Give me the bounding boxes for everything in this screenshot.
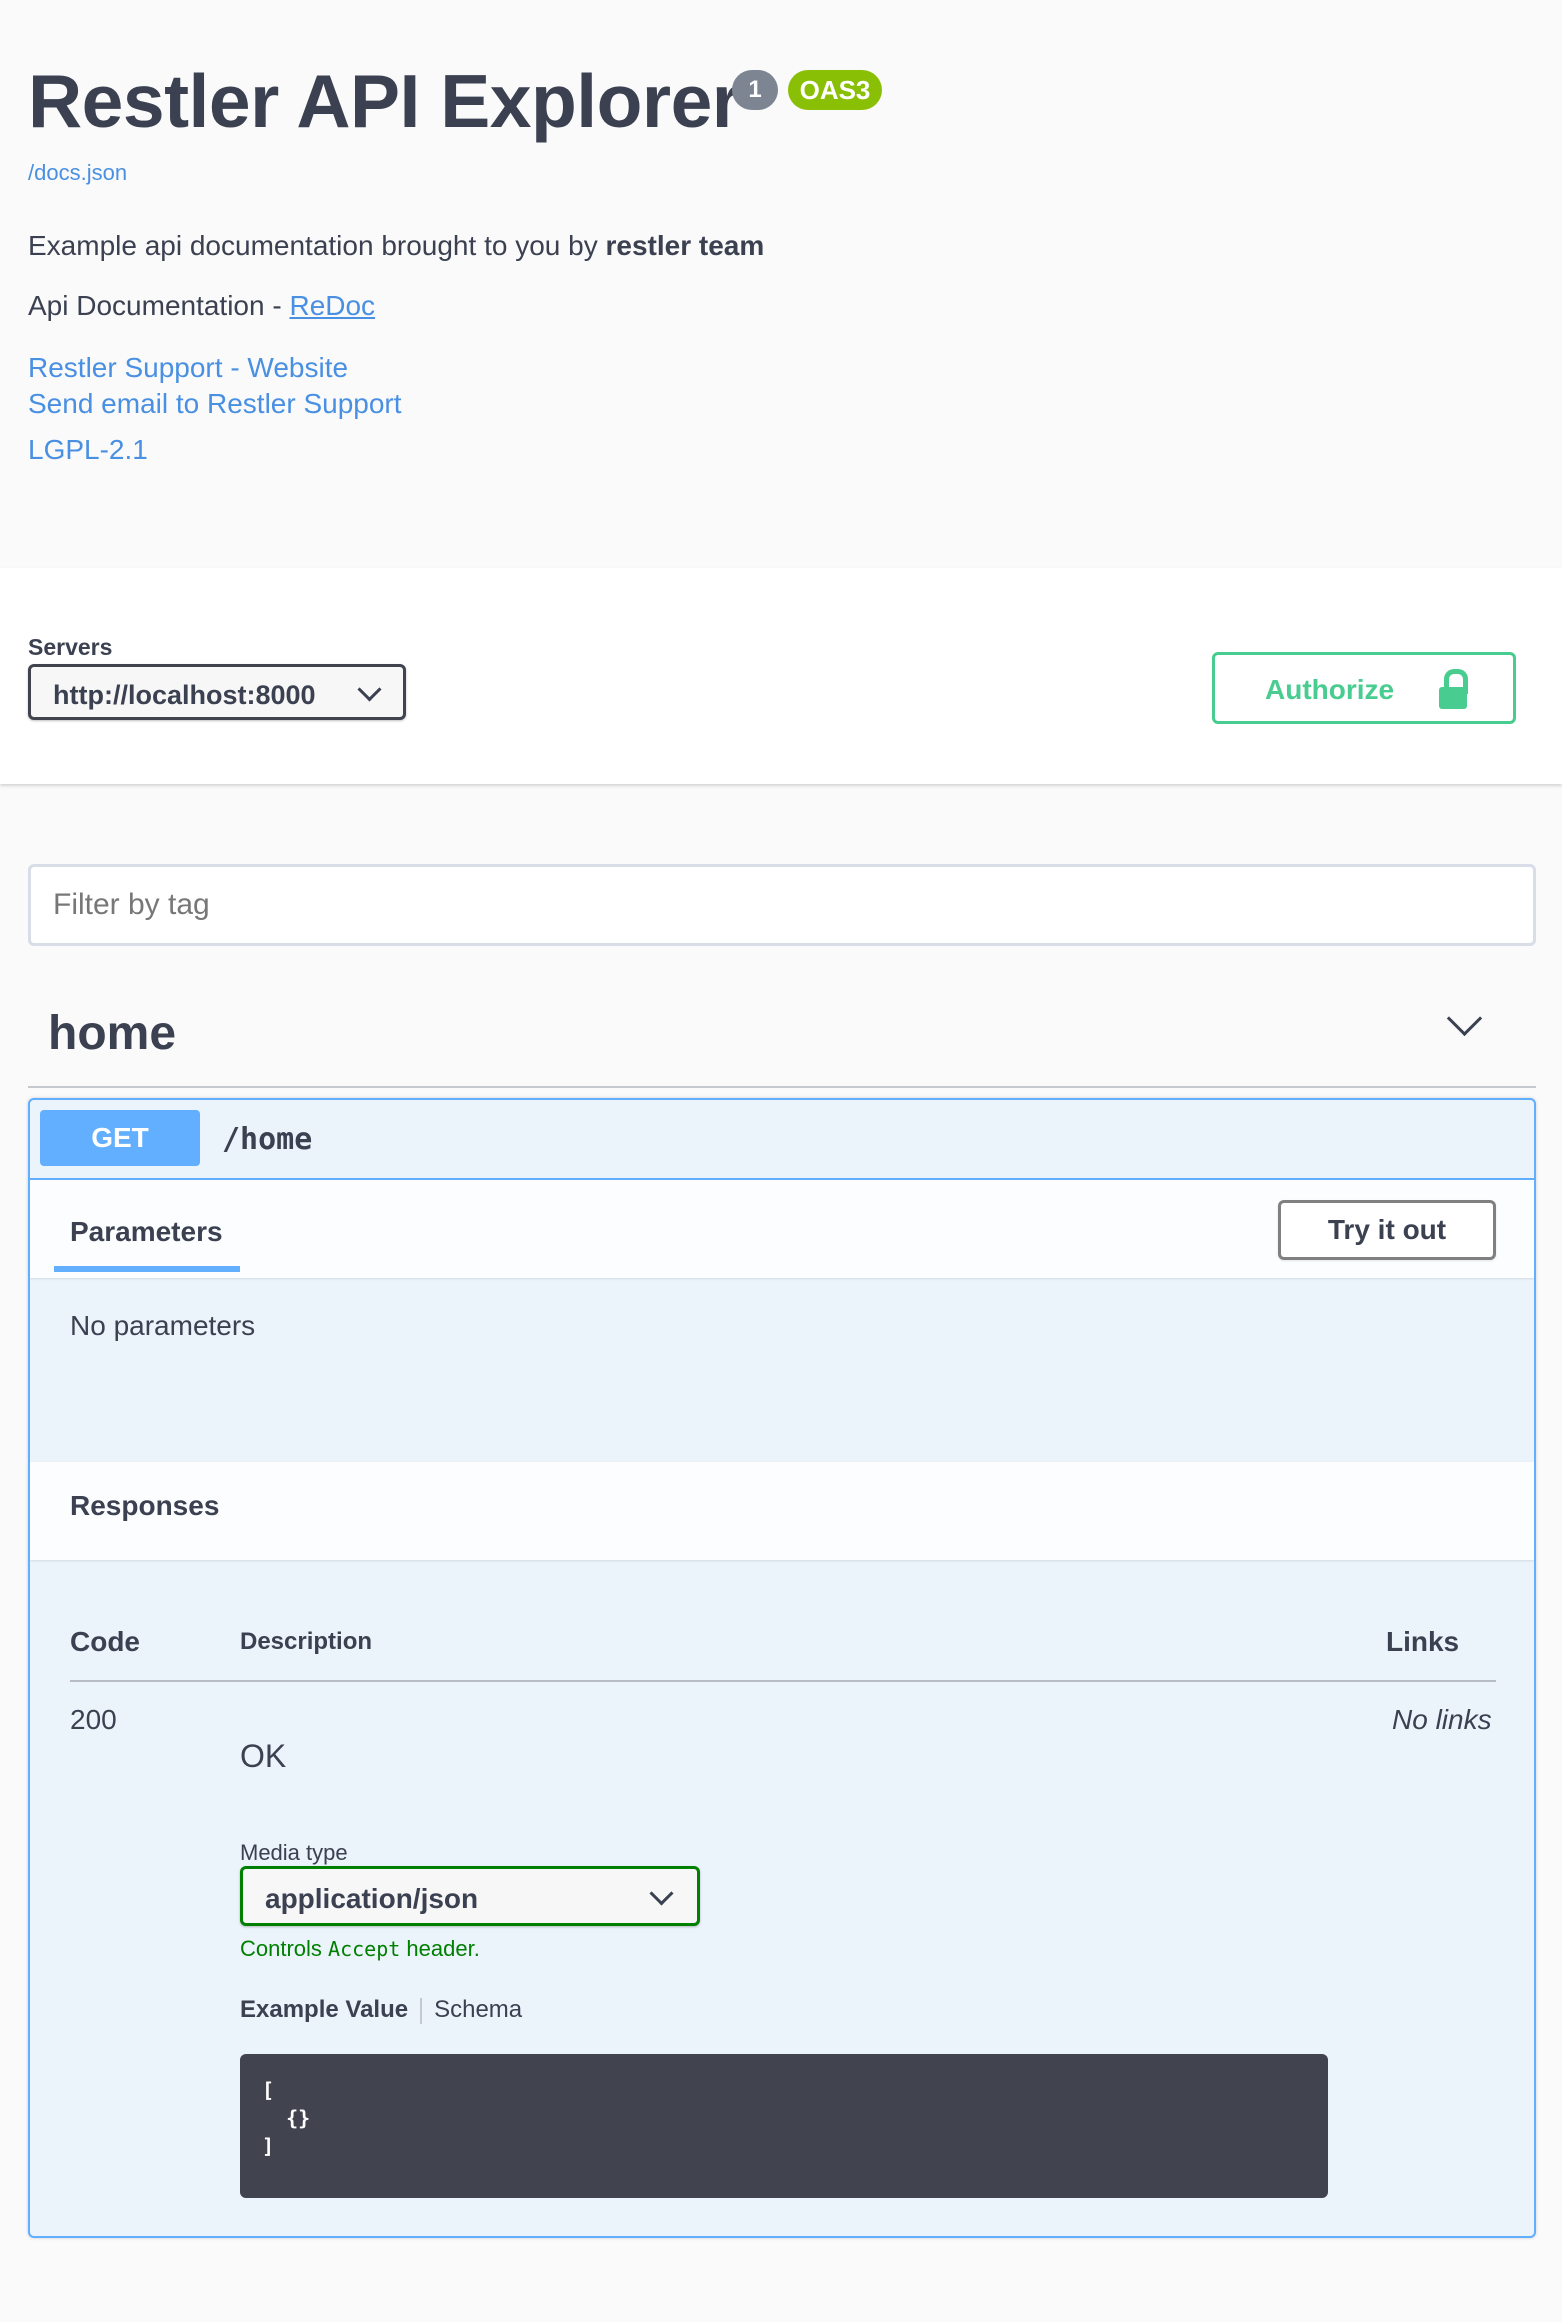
example-tabs: Example Value Schema bbox=[240, 1996, 522, 2024]
media-type-label: Media type bbox=[240, 1840, 348, 1865]
operation-summary[interactable]: GET /home bbox=[30, 1100, 1534, 1180]
try-it-out-button[interactable]: Try it out bbox=[1278, 1200, 1496, 1260]
authorize-label: Authorize bbox=[1265, 674, 1395, 705]
servers-select[interactable]: http://localhost:8000 bbox=[28, 664, 406, 720]
example-code-block: [ {} ] bbox=[240, 2054, 1328, 2198]
media-type-hint: Controls Accept header. bbox=[240, 1936, 480, 1961]
response-description: OK bbox=[240, 1738, 287, 1774]
docs-json-link[interactable]: /docs.json bbox=[28, 160, 127, 186]
support-website-link[interactable]: Restler Support - Website bbox=[28, 352, 348, 384]
description-bold: restler team bbox=[605, 230, 765, 261]
api-doc-prefix: Api Documentation - bbox=[28, 290, 290, 321]
tab-schema[interactable]: Schema bbox=[434, 1996, 522, 2023]
column-links: Links bbox=[1386, 1626, 1460, 1657]
no-parameters-text: No parameters bbox=[70, 1310, 256, 1341]
servers-label: Servers bbox=[28, 634, 113, 660]
operation-get-home: GET /home Parameters Try it out No param… bbox=[28, 1098, 1536, 2238]
responses-header bbox=[30, 1462, 1534, 1560]
version-badge: 1 bbox=[732, 70, 778, 110]
servers-selected-value: http://localhost:8000 bbox=[53, 680, 316, 710]
operation-path: /home bbox=[222, 1122, 313, 1157]
filter-by-tag-input[interactable] bbox=[28, 864, 1536, 946]
table-header-divider bbox=[70, 1680, 1496, 1682]
tag-divider bbox=[28, 1086, 1536, 1088]
chevron-down-icon[interactable] bbox=[1446, 1000, 1483, 1037]
tab-separator bbox=[420, 1997, 423, 2024]
license-link[interactable]: LGPL-2.1 bbox=[28, 434, 148, 466]
method-badge: GET bbox=[40, 1110, 200, 1166]
media-type-value: application/json bbox=[265, 1883, 479, 1914]
support-email-link[interactable]: Send email to Restler Support bbox=[28, 388, 402, 420]
oas-badge: OAS3 bbox=[788, 70, 882, 110]
info-section: Restler API Explorer 1 OAS3 /docs.json E… bbox=[0, 0, 1562, 568]
description-text: Example api documentation brought to you… bbox=[28, 230, 606, 261]
column-code: Code bbox=[70, 1626, 140, 1657]
response-links: No links bbox=[1392, 1704, 1492, 1735]
tag-home-header[interactable]: home bbox=[48, 1006, 176, 1061]
page-title: Restler API Explorer bbox=[28, 59, 741, 143]
chevron-down-icon bbox=[649, 1881, 674, 1906]
authorize-button[interactable]: Authorize bbox=[1212, 652, 1516, 724]
scheme-container: Servers http://localhost:8000 Authorize bbox=[0, 568, 1562, 784]
media-type-select[interactable]: application/json bbox=[240, 1866, 700, 1926]
column-description: Description bbox=[240, 1628, 373, 1655]
parameters-header: Parameters Try it out bbox=[30, 1180, 1534, 1278]
api-documentation-line: Api Documentation - ReDoc bbox=[28, 290, 375, 322]
response-code: 200 bbox=[70, 1704, 117, 1735]
tab-parameters[interactable]: Parameters bbox=[70, 1216, 223, 1248]
tab-example-value[interactable]: Example Value bbox=[240, 1996, 408, 2023]
redoc-link[interactable]: ReDoc bbox=[289, 290, 375, 321]
responses-title: Responses bbox=[70, 1490, 220, 1521]
chevron-down-icon bbox=[357, 677, 382, 702]
api-description: Example api documentation brought to you… bbox=[28, 230, 764, 262]
tab-active-indicator bbox=[54, 1266, 240, 1272]
